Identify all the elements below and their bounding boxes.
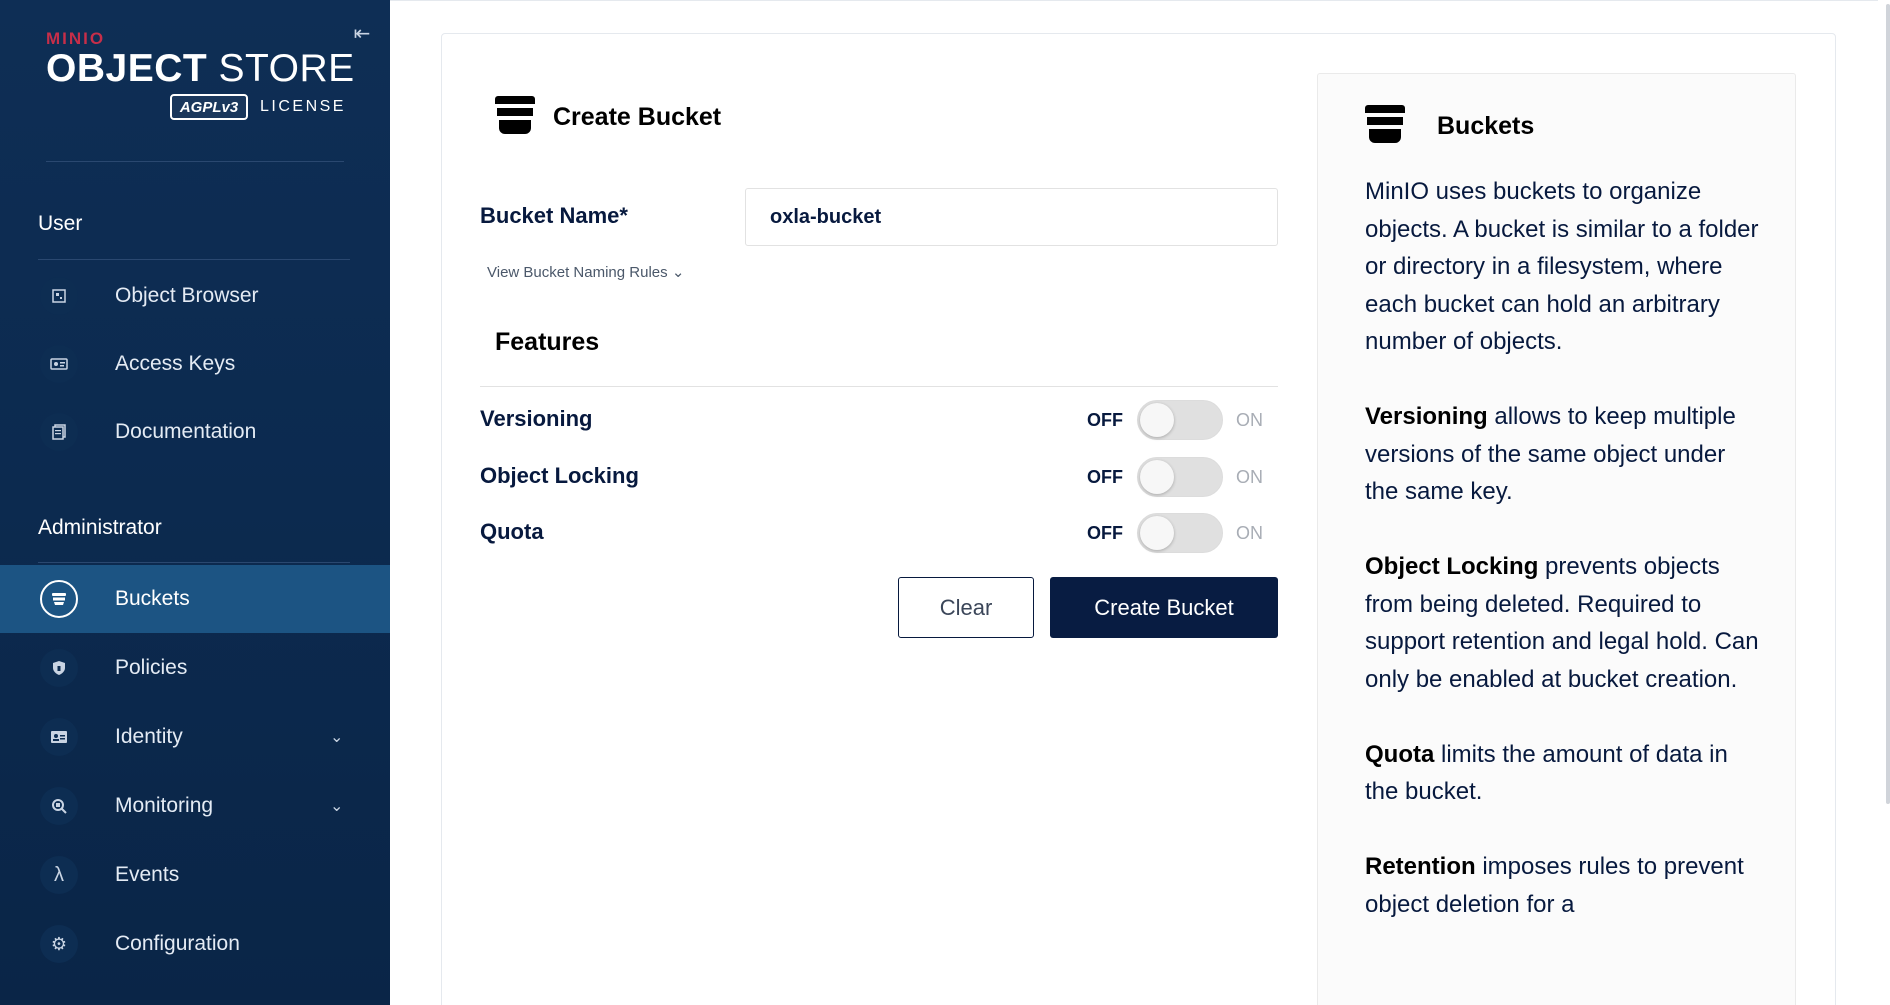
help-intro: MinIO uses buckets to organize objects. …	[1365, 178, 1759, 355]
sidebar-item-policies[interactable]: Policies	[0, 634, 390, 702]
bucket-icon	[40, 580, 78, 618]
switch-off-label: OFF	[1087, 523, 1123, 543]
feature-object-locking: Object Locking OFF ON	[480, 455, 1278, 501]
id-card-icon	[40, 718, 78, 756]
gear-icon: ⚙	[40, 925, 78, 963]
sidebar-item-access-keys[interactable]: Access Keys	[0, 330, 390, 398]
switch-on-label: ON	[1236, 467, 1263, 487]
features-title: Features	[495, 328, 600, 356]
help-quota: Quota limits the amount of data in the b…	[1365, 740, 1728, 806]
help-versioning: Versioning allows to keep multiple versi…	[1365, 403, 1736, 505]
switch-on-label: ON	[1236, 523, 1263, 543]
sidebar-item-label: Object Browser	[115, 284, 259, 307]
features-divider	[480, 386, 1278, 387]
sidebar-item-label: Identity	[115, 725, 183, 748]
feature-quota: Quota OFF ON	[480, 511, 1278, 557]
sidebar-item-documentation[interactable]: Documentation	[0, 398, 390, 466]
logo-brand: MINIO	[46, 29, 106, 48]
help-text: MinIO uses buckets to organize objects. …	[1365, 173, 1765, 961]
sidebar-item-label: Buckets	[115, 587, 190, 610]
switch-off-label: OFF	[1087, 467, 1123, 487]
form-header: Create Bucket	[495, 96, 721, 138]
agpl-badge: AGPLv3	[170, 94, 248, 120]
create-bucket-button[interactable]: Create Bucket	[1050, 577, 1278, 638]
clear-button[interactable]: Clear	[898, 577, 1034, 638]
sidebar-item-object-browser[interactable]: Object Browser	[0, 262, 390, 330]
sidebar-item-label: Events	[115, 863, 180, 886]
feature-label: Object Locking	[480, 463, 639, 488]
sidebar-section-user: User	[38, 212, 83, 235]
shield-icon	[40, 649, 78, 687]
chevron-down-icon[interactable]: ⌄	[330, 796, 343, 816]
sidebar-section-divider	[38, 259, 350, 260]
sidebar-item-identity[interactable]: Identity ⌄	[0, 703, 390, 771]
sidebar-section-divider	[38, 562, 350, 563]
sidebar-item-events[interactable]: λ Events	[0, 841, 390, 909]
magnifier-icon	[40, 787, 78, 825]
feature-label: Versioning	[480, 406, 593, 431]
logo-product: OBJECT STORE	[46, 47, 355, 90]
help-retention: Retention imposes rules to prevent objec…	[1365, 853, 1744, 918]
quota-toggle[interactable]	[1137, 513, 1223, 553]
sidebar-item-label: Access Keys	[115, 352, 236, 375]
license-text: LICENSE	[260, 98, 346, 115]
object-browser-icon	[40, 277, 78, 315]
toggle-knob	[1140, 403, 1174, 437]
minio-logo[interactable]: MINIO OBJECT STORE AGPLv3 LICENSE	[46, 30, 356, 130]
sidebar-item-monitoring[interactable]: Monitoring ⌄	[0, 772, 390, 840]
view-naming-rules-link[interactable]: View Bucket Naming Rules ⌄	[487, 263, 684, 281]
logo-license: AGPLv3 LICENSE	[170, 94, 346, 120]
sidebar-divider	[46, 161, 344, 162]
versioning-toggle[interactable]	[1137, 400, 1223, 440]
scrollbar-thumb[interactable]	[1886, 4, 1890, 804]
toggle-knob	[1140, 460, 1174, 494]
help-header: Buckets	[1365, 105, 1534, 147]
feature-versioning: Versioning OFF ON	[480, 398, 1278, 444]
access-keys-icon	[40, 345, 78, 383]
sidebar: ⇤ MINIO OBJECT STORE AGPLv3 LICENSE User…	[0, 0, 390, 1005]
top-border	[390, 0, 1890, 1]
help-object-locking: Object Locking prevents objects from bei…	[1365, 553, 1759, 693]
sidebar-section-admin: Administrator	[38, 516, 162, 539]
bucket-icon	[495, 96, 535, 138]
sidebar-item-label: Documentation	[115, 420, 257, 443]
sidebar-item-configuration[interactable]: ⚙ Configuration	[0, 910, 390, 978]
object-locking-toggle[interactable]	[1137, 457, 1223, 497]
bucket-name-input[interactable]	[745, 188, 1278, 246]
lambda-icon: λ	[40, 856, 78, 894]
feature-label: Quota	[480, 519, 544, 544]
sidebar-item-label: Configuration	[115, 932, 240, 955]
sidebar-item-buckets[interactable]: Buckets	[0, 565, 390, 633]
sidebar-item-label: Monitoring	[115, 794, 214, 817]
help-title: Buckets	[1437, 111, 1535, 140]
page-title: Create Bucket	[553, 102, 722, 131]
bucket-icon	[1365, 105, 1405, 147]
chevron-down-icon: ⌄	[671, 264, 685, 281]
sidebar-item-label: Policies	[115, 656, 188, 679]
switch-off-label: OFF	[1087, 410, 1123, 430]
toggle-knob	[1140, 516, 1174, 550]
switch-on-label: ON	[1236, 410, 1263, 430]
documentation-icon	[40, 413, 78, 451]
chevron-down-icon[interactable]: ⌄	[330, 727, 343, 747]
bucket-name-label: Bucket Name*	[480, 203, 628, 228]
